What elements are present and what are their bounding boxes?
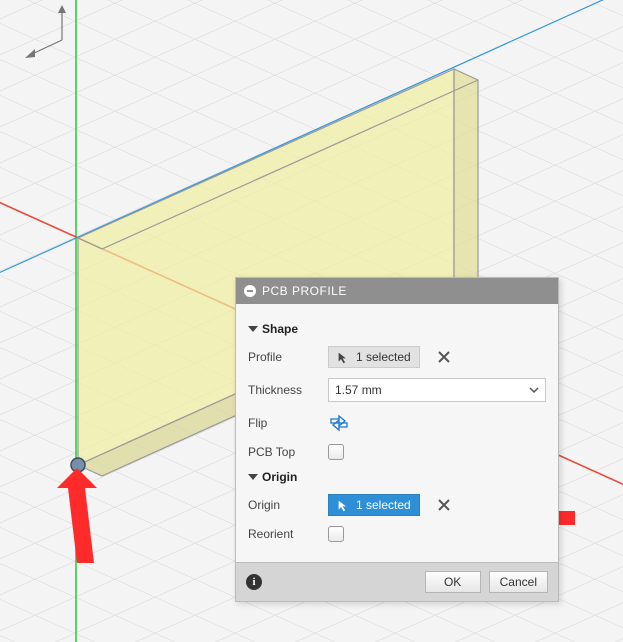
dialog-title-text: PCB PROFILE bbox=[262, 284, 347, 298]
flip-button[interactable] bbox=[328, 412, 350, 434]
profile-clear-button[interactable] bbox=[434, 347, 454, 367]
row-thickness: Thickness 1.57 mm bbox=[248, 378, 546, 402]
ok-button[interactable]: OK bbox=[425, 571, 481, 593]
reorient-label: Reorient bbox=[248, 527, 320, 541]
profile-selected-text: 1 selected bbox=[356, 350, 411, 364]
section-origin-label: Origin bbox=[262, 470, 297, 484]
thickness-input[interactable]: 1.57 mm bbox=[328, 378, 546, 402]
dialog-footer: i OK Cancel bbox=[236, 562, 558, 601]
dialog-titlebar[interactable]: PCB PROFILE bbox=[236, 278, 558, 304]
thickness-value: 1.57 mm bbox=[335, 383, 382, 397]
info-icon[interactable]: i bbox=[246, 574, 262, 590]
section-shape[interactable]: Shape bbox=[248, 322, 546, 336]
reorient-checkbox[interactable] bbox=[328, 526, 344, 542]
origin-clear-button[interactable] bbox=[434, 495, 454, 515]
origin-selected-text: 1 selected bbox=[356, 498, 411, 512]
row-flip: Flip bbox=[248, 412, 546, 434]
row-profile: Profile 1 selected bbox=[248, 346, 546, 368]
dialog-body: Shape Profile 1 selected Thickness 1.57 … bbox=[236, 304, 558, 562]
flip-label: Flip bbox=[248, 416, 320, 430]
profile-label: Profile bbox=[248, 350, 320, 364]
pcbtop-checkbox[interactable] bbox=[328, 444, 344, 460]
caret-down-icon bbox=[248, 326, 258, 332]
thickness-label: Thickness bbox=[248, 383, 320, 397]
section-origin[interactable]: Origin bbox=[248, 470, 546, 484]
profile-selection-chip[interactable]: 1 selected bbox=[328, 346, 420, 368]
row-origin: Origin 1 selected bbox=[248, 494, 546, 516]
pcb-profile-dialog: PCB PROFILE Shape Profile 1 selected Thi… bbox=[235, 277, 559, 602]
pcbtop-label: PCB Top bbox=[248, 445, 320, 459]
cancel-button[interactable]: Cancel bbox=[489, 571, 548, 593]
origin-selection-chip[interactable]: 1 selected bbox=[328, 494, 420, 516]
cursor-icon bbox=[337, 499, 350, 512]
origin-label: Origin bbox=[248, 498, 320, 512]
section-shape-label: Shape bbox=[262, 322, 298, 336]
caret-down-icon bbox=[248, 474, 258, 480]
cursor-icon bbox=[337, 351, 350, 364]
dropdown-caret-icon bbox=[529, 385, 539, 395]
row-pcbtop: PCB Top bbox=[248, 444, 546, 460]
row-reorient: Reorient bbox=[248, 526, 546, 542]
collapse-icon[interactable] bbox=[244, 285, 256, 297]
